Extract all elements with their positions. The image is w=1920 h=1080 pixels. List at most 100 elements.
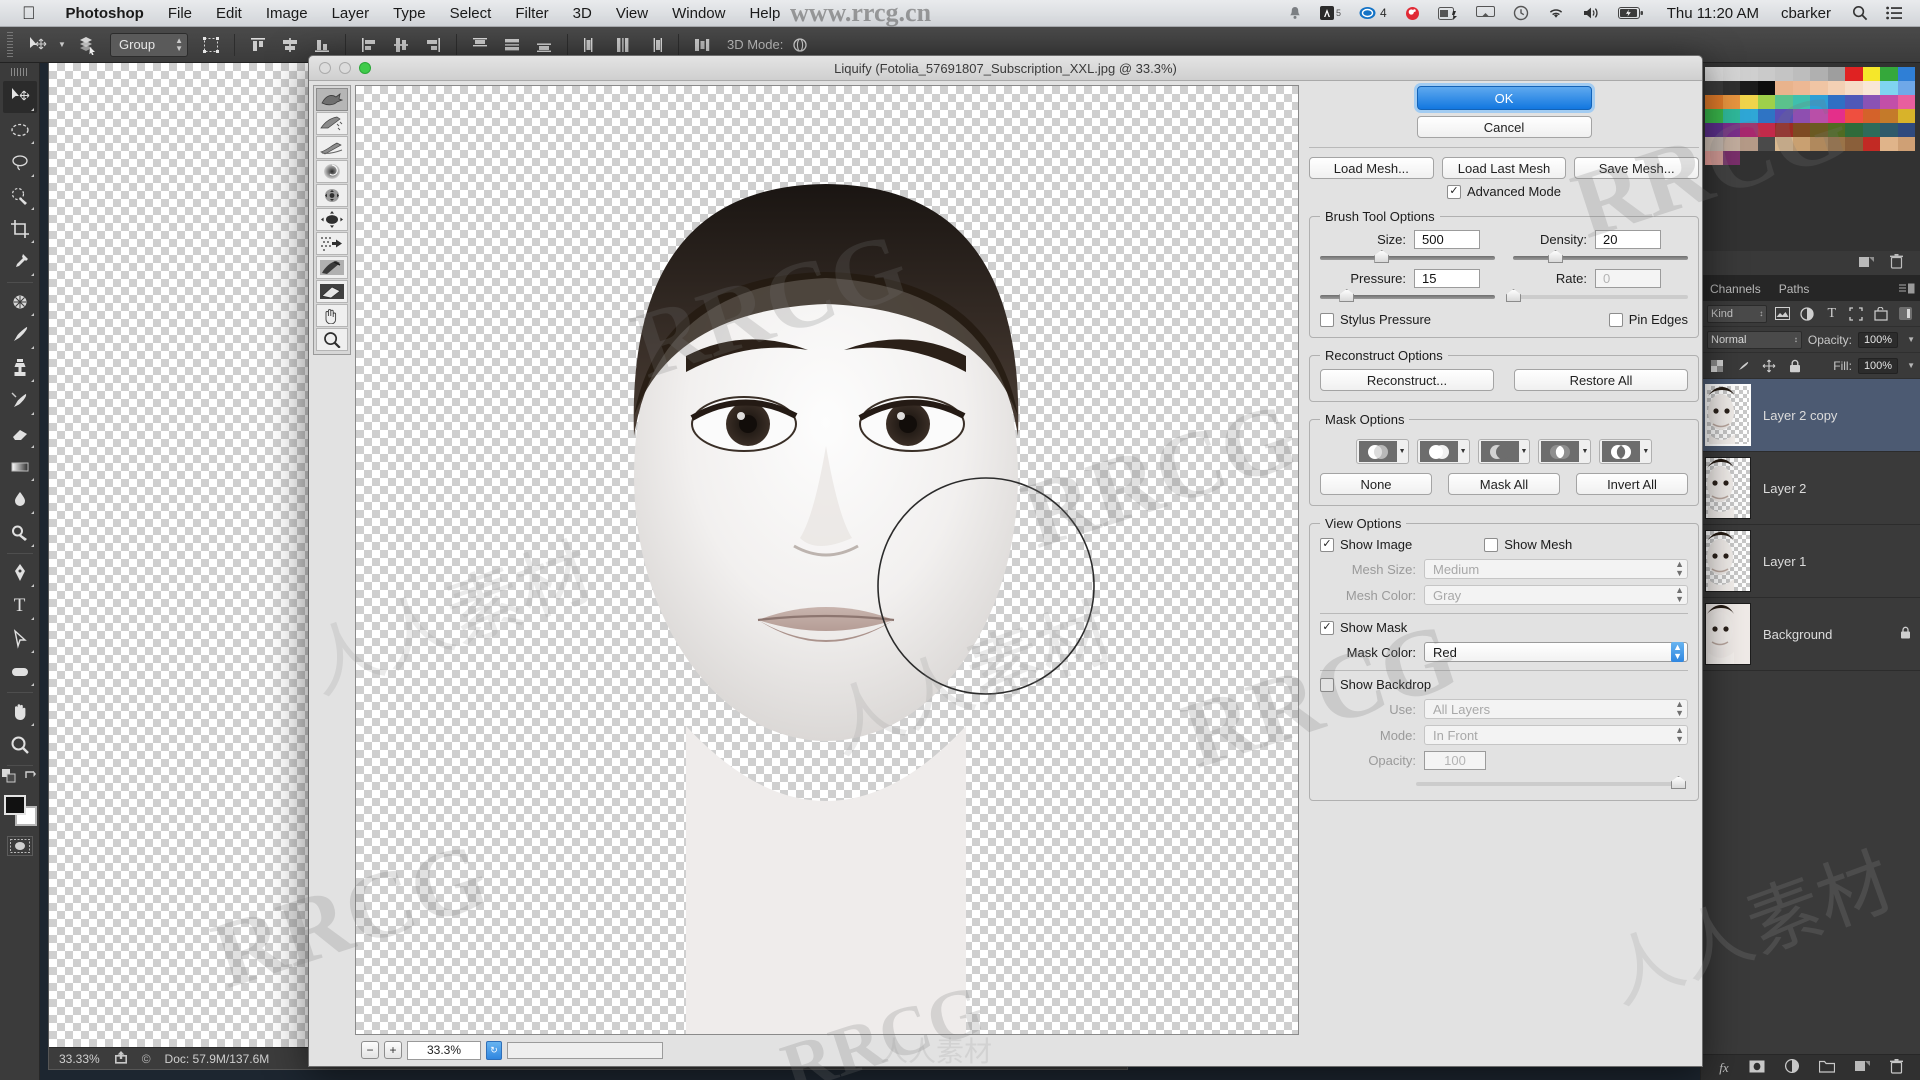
tab-channels[interactable]: Channels — [1701, 277, 1770, 301]
color-swatch[interactable] — [1757, 95, 1775, 109]
default-colors-icon[interactable] — [1, 769, 16, 788]
layer-item[interactable]: Layer 2 — [1701, 452, 1920, 525]
color-swatch[interactable] — [1897, 123, 1915, 137]
menu-item-filter[interactable]: Filter — [503, 5, 560, 22]
mask-all-button[interactable]: Mask All — [1448, 473, 1560, 495]
tool-eyedropper[interactable] — [3, 246, 37, 278]
wifi-icon[interactable] — [1538, 6, 1574, 20]
lock-transparent-icon[interactable] — [1707, 356, 1727, 376]
liquify-tool-thaw-mask[interactable] — [316, 280, 348, 303]
move-tool-icon[interactable] — [22, 31, 52, 59]
tool-path-selection[interactable] — [3, 623, 37, 655]
color-swatch[interactable] — [1880, 81, 1898, 95]
tools-panel-grip[interactable] — [10, 68, 29, 76]
color-swatch[interactable] — [1792, 137, 1810, 151]
color-swatch[interactable] — [1897, 67, 1915, 81]
menu-item-select[interactable]: Select — [438, 5, 504, 22]
color-swatch[interactable] — [1845, 95, 1863, 109]
color-swatch[interactable] — [1862, 137, 1880, 151]
fill-value[interactable]: 100% — [1857, 357, 1899, 374]
filter-smart-object-icon[interactable] — [1872, 304, 1891, 324]
opacity-stepper[interactable]: ▼ — [1904, 335, 1915, 344]
rate-slider[interactable] — [1506, 289, 1688, 303]
tab-paths[interactable]: Paths — [1769, 277, 1819, 301]
tool-hand[interactable] — [3, 696, 37, 728]
pin-edges-row[interactable]: Pin Edges — [1608, 312, 1688, 327]
new-swatch-icon[interactable] — [1859, 255, 1874, 272]
menu-bar-clock[interactable]: Thu 11:20 AM — [1653, 5, 1769, 22]
reconstruct-button[interactable]: Reconstruct... — [1320, 369, 1494, 391]
swatches-grid[interactable] — [1701, 63, 1920, 165]
liquify-tool-pucker[interactable] — [316, 184, 348, 207]
color-swatch[interactable] — [1810, 137, 1828, 151]
color-swatch[interactable] — [1810, 109, 1828, 123]
document-zoom-value[interactable]: 33.33% — [59, 1052, 100, 1066]
rate-input[interactable]: 0 — [1595, 269, 1661, 288]
menu-item-edit[interactable]: Edit — [204, 5, 254, 22]
color-swatch[interactable] — [1827, 67, 1845, 81]
color-swatch[interactable] — [1722, 123, 1740, 137]
color-swatch[interactable] — [1792, 81, 1810, 95]
tool-pen[interactable] — [3, 557, 37, 589]
slider-knob[interactable] — [1671, 776, 1686, 789]
color-swatch[interactable] — [1880, 95, 1898, 109]
liquify-tool-zoom[interactable] — [316, 328, 348, 351]
lock-image-icon[interactable] — [1733, 356, 1753, 376]
color-swatch[interactable] — [1827, 137, 1845, 151]
load-mesh-button[interactable]: Load Mesh... — [1309, 157, 1434, 179]
bell-icon[interactable] — [1279, 6, 1311, 21]
subtract-from-selection-mask-icon[interactable]: ▼ — [1477, 439, 1531, 464]
new-layer-icon[interactable] — [1854, 1059, 1870, 1076]
adobe-icon[interactable]: 5 — [1311, 6, 1350, 20]
tool-type[interactable]: T — [3, 590, 37, 622]
save-mesh-button[interactable]: Save Mesh... — [1574, 157, 1700, 179]
layer-item[interactable]: Layer 1 — [1701, 525, 1920, 598]
color-swatch[interactable] — [1722, 109, 1740, 123]
color-swatch[interactable] — [1880, 109, 1898, 123]
color-swatch[interactable] — [1775, 95, 1793, 109]
color-swatch[interactable] — [1705, 81, 1723, 95]
replace-selection-mask-icon[interactable]: ▼ — [1355, 439, 1409, 464]
color-swatch[interactable] — [1827, 95, 1845, 109]
slider-knob[interactable] — [1374, 250, 1390, 263]
color-swatch[interactable] — [1722, 151, 1740, 165]
color-swatch[interactable] — [1705, 151, 1723, 165]
search-icon[interactable] — [1843, 5, 1877, 21]
align-vertical-centers-icon[interactable] — [275, 31, 305, 59]
zoom-out-button[interactable]: − — [361, 1041, 379, 1059]
intersect-with-selection-mask-icon[interactable]: ▼ — [1538, 439, 1592, 464]
blend-mode-dropdown[interactable]: Normal ↕ — [1707, 330, 1802, 349]
color-swatch[interactable] — [1845, 123, 1863, 137]
swap-colors-icon[interactable] — [24, 769, 38, 788]
color-swatch[interactable] — [1722, 81, 1740, 95]
color-swatch[interactable] — [1775, 67, 1793, 81]
mesh-color-dropdown[interactable]: Gray ▲ ▼ — [1424, 585, 1688, 605]
tool-eraser[interactable] — [3, 418, 37, 450]
size-input[interactable]: 500 — [1414, 230, 1480, 249]
liquify-tool-hand[interactable] — [316, 304, 348, 327]
color-swatch[interactable] — [1792, 123, 1810, 137]
tool-brush[interactable] — [3, 319, 37, 351]
slider-knob[interactable] — [1506, 289, 1521, 302]
liquify-zoom-value[interactable]: 33.3% — [407, 1040, 481, 1060]
menu-item-layer[interactable]: Layer — [320, 5, 382, 22]
layer-item[interactable]: Layer 2 copy — [1701, 379, 1920, 452]
advanced-mode-checkbox[interactable]: ✓ — [1447, 184, 1462, 199]
tool-move[interactable] — [2, 81, 37, 113]
align-top-edges-icon[interactable] — [243, 31, 273, 59]
add-to-selection-mask-icon[interactable]: ▼ — [1416, 439, 1470, 464]
lock-position-icon[interactable] — [1759, 356, 1779, 376]
color-swatch[interactable] — [1722, 137, 1740, 151]
slider-knob[interactable] — [1339, 289, 1355, 302]
invert-selection-mask-icon[interactable]: ▼ — [1599, 439, 1653, 464]
volume-icon[interactable] — [1574, 6, 1609, 20]
share-icon[interactable] — [114, 1050, 128, 1067]
foreground-color-swatch[interactable] — [3, 795, 26, 815]
color-swatch[interactable] — [1897, 109, 1915, 123]
color-swatch[interactable] — [1845, 137, 1863, 151]
load-last-mesh-button[interactable]: Load Last Mesh — [1441, 157, 1567, 179]
refresh-icon[interactable]: ↻ — [486, 1040, 502, 1060]
color-swatch[interactable] — [1792, 67, 1810, 81]
backdrop-opacity-slider[interactable] — [1416, 776, 1686, 790]
layer-filter-kind-dropdown[interactable]: Kind ↕ — [1707, 304, 1768, 323]
